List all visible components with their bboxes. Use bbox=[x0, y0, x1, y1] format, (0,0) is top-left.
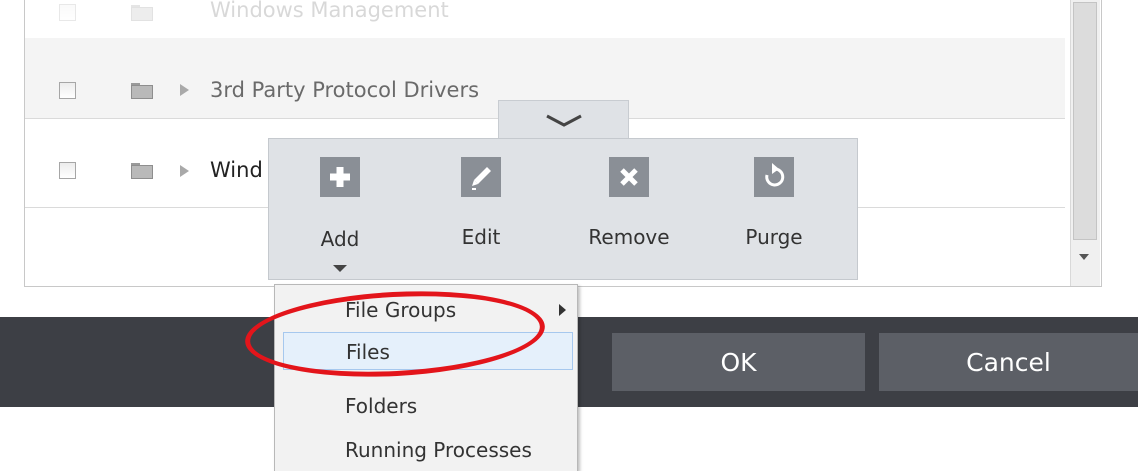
folder-icon bbox=[131, 163, 153, 179]
add-button[interactable]: Add bbox=[290, 139, 390, 281]
menu-item-folders[interactable]: Folders bbox=[283, 387, 573, 425]
folder-icon bbox=[131, 83, 153, 99]
pencil-icon bbox=[461, 157, 501, 197]
row-checkbox[interactable] bbox=[59, 82, 76, 99]
x-icon bbox=[609, 157, 649, 197]
refresh-icon bbox=[754, 157, 794, 197]
remove-label: Remove bbox=[588, 225, 670, 249]
dropdown-arrow-icon[interactable] bbox=[333, 265, 347, 273]
row-checkbox[interactable] bbox=[59, 4, 76, 21]
menu-item-running-processes[interactable]: Running Processes bbox=[283, 431, 573, 469]
edit-button[interactable]: Edit bbox=[431, 139, 531, 281]
purge-button[interactable]: Purge bbox=[724, 139, 824, 281]
cancel-button[interactable]: Cancel bbox=[879, 333, 1138, 391]
add-label: Add bbox=[320, 227, 360, 251]
row-label: Wind bbox=[210, 158, 263, 182]
submenu-arrow-icon bbox=[559, 304, 566, 316]
plus-icon bbox=[320, 157, 360, 197]
expand-arrow-icon[interactable] bbox=[180, 165, 189, 177]
menu-item-label: Folders bbox=[345, 394, 418, 418]
purge-label: Purge bbox=[745, 225, 803, 249]
expand-arrow-icon[interactable] bbox=[180, 84, 189, 96]
row-checkbox[interactable] bbox=[59, 162, 76, 179]
menu-item-label: Running Processes bbox=[345, 438, 532, 462]
row-label: Windows Management bbox=[210, 0, 449, 22]
row-label: 3rd Party Protocol Drivers bbox=[210, 78, 480, 102]
folder-icon bbox=[131, 5, 153, 21]
remove-button[interactable]: Remove bbox=[579, 139, 679, 281]
chevron-down-icon bbox=[546, 114, 582, 127]
scroll-down-arrow-icon[interactable] bbox=[1079, 254, 1089, 260]
list-row-windows-management[interactable]: Windows Management bbox=[25, 0, 1065, 39]
edit-label: Edit bbox=[461, 225, 501, 249]
scrollbar-thumb[interactable] bbox=[1073, 2, 1097, 240]
ok-button[interactable]: OK bbox=[612, 333, 865, 391]
action-toolbar: Add Edit Remove Purge bbox=[268, 138, 858, 280]
toolbar-collapse-handle[interactable] bbox=[498, 100, 629, 140]
